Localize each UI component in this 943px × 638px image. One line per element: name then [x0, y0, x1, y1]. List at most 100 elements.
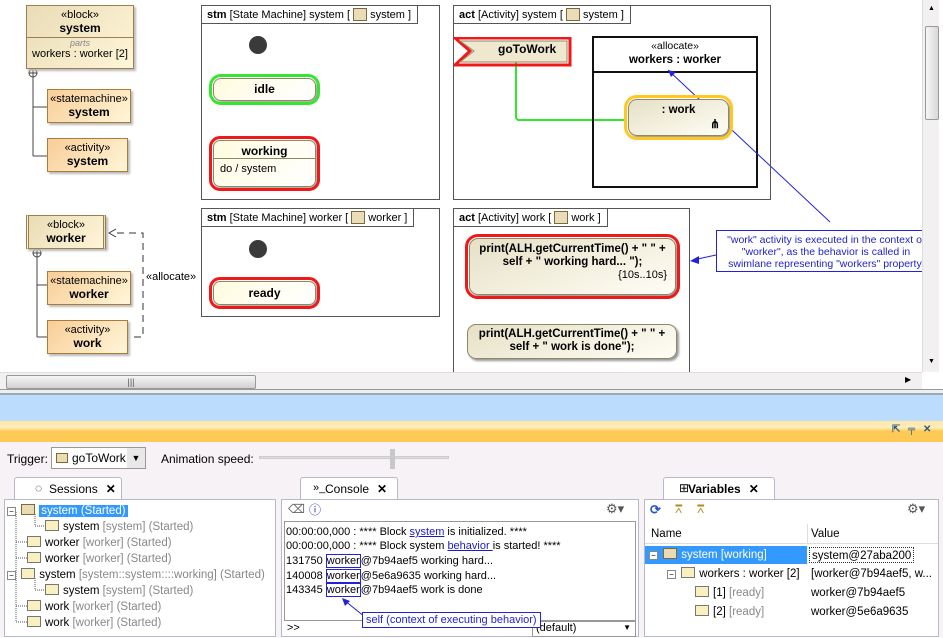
- sessions-icon: ◌: [35, 481, 43, 495]
- chevron-down-icon: ▼: [623, 623, 631, 632]
- splitter-band[interactable]: [0, 393, 943, 421]
- session-row[interactable]: work [worker] (Started): [27, 599, 161, 615]
- state-working[interactable]: working do / system: [209, 136, 320, 191]
- collapse-icon[interactable]: −: [667, 570, 676, 579]
- import-icon[interactable]: ⩞: [697, 502, 704, 517]
- scroll-up-icon[interactable]: ▲: [928, 5, 935, 12]
- column-header-name[interactable]: Name: [651, 528, 682, 540]
- trigger-label: Trigger:: [7, 452, 48, 466]
- diagram-horizontal-scrollbar[interactable]: ||| ▶: [0, 372, 922, 389]
- float-icon[interactable]: ⇱: [892, 424, 900, 435]
- console-link[interactable]: system: [410, 526, 445, 538]
- collapse-icon[interactable]: −: [649, 551, 658, 560]
- info-icon[interactable]: ⓘ: [309, 501, 321, 518]
- column-header-value[interactable]: Value: [811, 528, 840, 540]
- part-icon: [695, 586, 709, 597]
- console-line: 140008 worker@5e6a9635 working hard...: [286, 569, 497, 583]
- variable-row[interactable]: [2] [ready]: [695, 604, 764, 620]
- export-icon[interactable]: ⩞: [675, 502, 682, 517]
- activity-icon: [565, 8, 580, 21]
- duration-constraint: {10s..10s}: [618, 269, 667, 281]
- refresh-icon[interactable]: ⟳: [650, 502, 661, 518]
- pin-icon[interactable]: ╤: [908, 424, 915, 435]
- close-window-icon[interactable]: ✕: [923, 424, 931, 435]
- console-line: 00:00:00,000 : **** Block system behavio…: [286, 540, 561, 552]
- frame-header: act [Activity] work [work ]: [454, 209, 608, 227]
- session-row[interactable]: worker [worker] (Started): [27, 551, 172, 567]
- session-row[interactable]: work [worker] (Started): [27, 615, 161, 631]
- eraser-icon[interactable]: ⌫: [288, 502, 305, 516]
- swimlane-name[interactable]: workers : worker: [594, 54, 756, 66]
- gear-icon[interactable]: ⚙▾: [606, 501, 624, 517]
- frame-header: stm [State Machine] system [system ]: [202, 6, 419, 24]
- system-activity-element[interactable]: «activity» system: [47, 138, 128, 172]
- activity-icon: [27, 616, 41, 627]
- close-tab-icon[interactable]: ✕: [106, 482, 116, 496]
- session-row[interactable]: system [system] (Started): [45, 519, 193, 535]
- swimlane-stereotype: «allocate»: [651, 40, 699, 52]
- console-line: 00:00:00,000 : **** Block system is init…: [286, 526, 527, 538]
- state-idle[interactable]: idle: [209, 74, 320, 105]
- variables-header: Name Value: [645, 524, 938, 544]
- worker-statemachine-element[interactable]: «statemachine» worker: [47, 271, 131, 305]
- session-row[interactable]: worker [worker] (Started): [27, 535, 172, 551]
- activity-icon: [554, 211, 569, 224]
- console-toolbar: ⌫ ⓘ ⚙▾: [282, 500, 638, 520]
- initial-pseudostate[interactable]: [249, 240, 267, 258]
- block-icon: [21, 504, 36, 515]
- opaque-action-work-done[interactable]: print(ALH.getCurrentTime() + " " + self …: [467, 324, 677, 359]
- variable-value: worker@5e6a9635: [811, 606, 909, 618]
- part-icon: [695, 605, 709, 616]
- gear-icon[interactable]: ⚙▾: [907, 501, 925, 517]
- variable-value: worker@7b94aef5: [811, 587, 906, 599]
- console-link[interactable]: behavior: [447, 540, 492, 552]
- work-activity-element[interactable]: «activity» work: [47, 320, 128, 354]
- variable-row[interactable]: − workers : worker [2]: [667, 566, 800, 582]
- animation-speed-label: Animation speed:: [161, 452, 254, 466]
- diagram-canvas[interactable]: «block» system parts workers : worker [2…: [0, 0, 922, 372]
- variable-row[interactable]: [1] [ready]: [695, 585, 764, 601]
- tab-console[interactable]: »_ Console ✕: [300, 477, 398, 499]
- session-row[interactable]: − system [system::system::::working] (St…: [7, 567, 265, 583]
- comment-note[interactable]: "work" activity is executed in the conte…: [716, 230, 922, 272]
- variables-pane: ⟳ ⩞ ⩞ ⚙▾ Name Value − system [working] s…: [644, 499, 939, 637]
- self-callout: self (context of executing behavior): [362, 612, 541, 628]
- tab-variables[interactable]: ⊞ Variables ✕: [663, 477, 775, 499]
- collapse-icon[interactable]: −: [7, 571, 16, 580]
- scroll-right-icon[interactable]: ▶: [905, 375, 911, 384]
- diagram-vertical-scrollbar[interactable]: ▲ ▼: [922, 0, 939, 372]
- statemachine-icon: [353, 8, 368, 21]
- frame-header: act [Activity] system [system ]: [454, 6, 631, 24]
- opaque-action-working-hard[interactable]: print(ALH.getCurrentTime() + " " + self …: [465, 234, 680, 299]
- engine-select[interactable]: (default) ▼: [532, 621, 636, 637]
- state-ready[interactable]: ready: [209, 277, 320, 309]
- activity-icon: [45, 584, 59, 595]
- console-icon: »_: [313, 482, 326, 494]
- scroll-down-icon[interactable]: ▼: [928, 358, 935, 365]
- initial-pseudostate[interactable]: [249, 36, 267, 54]
- tab-sessions[interactable]: ◌ Sessions ✕: [14, 477, 122, 499]
- console-line: 143345 worker@7b94aef5 work is done: [286, 583, 483, 597]
- worker-block[interactable]: «block» worker: [26, 215, 106, 249]
- close-tab-icon[interactable]: ✕: [377, 482, 387, 496]
- animation-speed-slider[interactable]: [259, 449, 449, 469]
- variable-row[interactable]: − system [working]: [649, 547, 767, 563]
- signal-label: goToWork: [498, 42, 557, 56]
- variable-value[interactable]: system@27aba200: [809, 547, 915, 563]
- chevron-down-icon[interactable]: ▼: [127, 448, 145, 468]
- trigger-dropdown[interactable]: goToWork ▼: [51, 447, 146, 469]
- vertical-scroll-thumb[interactable]: [925, 26, 939, 120]
- system-statemachine-element[interactable]: «statemachine» system: [47, 89, 131, 123]
- session-row[interactable]: − system (Started): [7, 503, 128, 519]
- console-line: 131750 worker@7b94aef5 working hard...: [286, 554, 494, 568]
- horizontal-scroll-thumb[interactable]: |||: [6, 375, 256, 389]
- sessions-tree[interactable]: − system (Started) system [system] (Star…: [4, 499, 276, 637]
- slider-thumb[interactable]: [389, 449, 395, 469]
- close-tab-icon[interactable]: ✕: [749, 482, 759, 496]
- collapse-icon[interactable]: −: [7, 507, 16, 516]
- system-block[interactable]: «block» system parts workers : worker [2…: [26, 5, 134, 69]
- session-row[interactable]: system [system] (Started): [45, 583, 193, 599]
- statemachine-icon: [45, 520, 59, 531]
- call-behavior-action-work[interactable]: : work ⋔: [624, 95, 733, 140]
- variable-value: [worker@7b94aef5, w...: [811, 568, 932, 580]
